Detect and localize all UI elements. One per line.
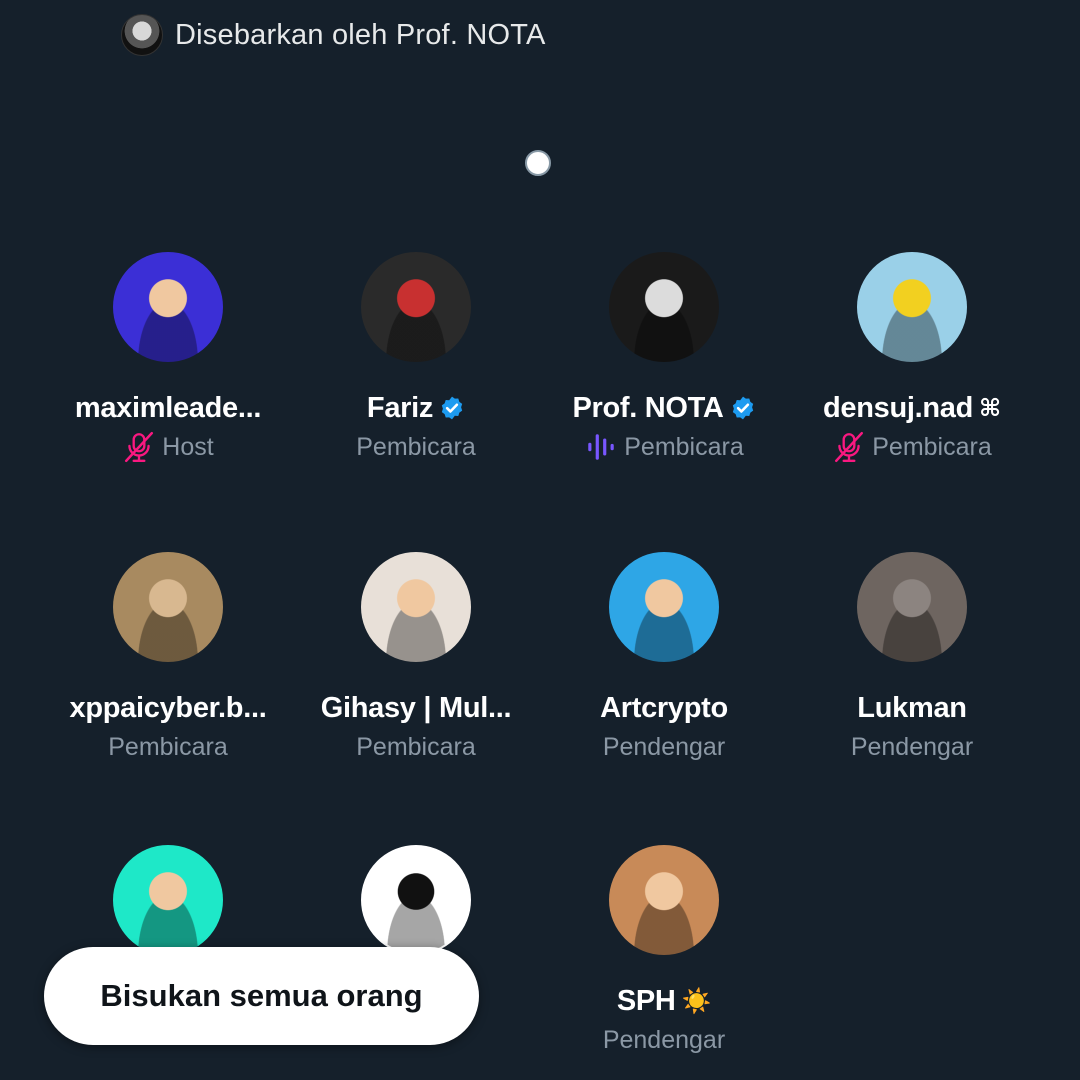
mic-muted-icon (835, 431, 864, 463)
participant-name: densuj.nad (822, 391, 974, 424)
participant-avatar[interactable] (361, 845, 471, 955)
participant-avatar[interactable] (609, 252, 719, 362)
participant-tile[interactable]: Lukman Pendengar (788, 552, 1036, 764)
participant-role-row: Pendengar (603, 730, 725, 764)
participant-avatar[interactable] (609, 845, 719, 955)
participant-role-row: Pembicara (356, 430, 476, 464)
participant-role-row: Pembicara (356, 730, 476, 764)
mute-all-button[interactable]: Bisukan semua orang (44, 947, 479, 1045)
participant-role: Pembicara (624, 432, 744, 461)
participant-name-row: Artcrypto (600, 690, 728, 726)
participant-tile[interactable]: Gihasy | Mul... Pembicara (292, 552, 540, 764)
participant-role: Pendengar (602, 1025, 726, 1054)
participant-name-row: Gihasy | Mul... (321, 690, 512, 726)
participant-tile[interactable]: maximleade... Host (44, 252, 292, 464)
participant-tile[interactable]: xppaicyber.b... Pembicara (44, 552, 292, 764)
participant-name: Prof. NOTA (572, 391, 724, 424)
mic-muted-icon (125, 431, 154, 463)
participant-name-row: Prof. NOTA (572, 390, 755, 426)
participant-role-row: Pembicara (584, 430, 744, 464)
participant-avatar[interactable] (361, 252, 471, 362)
participant-name: xppaicyber.b... (69, 691, 267, 724)
participant-tile[interactable]: Artcrypto Pendengar (540, 552, 788, 764)
participant-name-row: SPH ☀️ (616, 983, 712, 1019)
participant-name-row: Lukman (857, 690, 967, 726)
participant-avatar[interactable] (113, 552, 223, 662)
participant-role: Pembicara (108, 732, 228, 761)
participant-avatar[interactable] (361, 552, 471, 662)
participant-name: Fariz (366, 391, 434, 424)
participant-role: Pembicara (356, 732, 476, 761)
participant-role: Pembicara (356, 432, 476, 461)
participant-avatar[interactable] (113, 252, 223, 362)
participant-role-row: Pendengar (851, 730, 973, 764)
participant-name: Lukman (857, 691, 967, 724)
participant-avatar[interactable] (857, 552, 967, 662)
participant-role: Pembicara (872, 432, 992, 461)
participant-avatar[interactable] (609, 552, 719, 662)
participant-tile[interactable]: SPH ☀️ Pendengar (540, 845, 788, 1057)
participant-name-row: densuj.nad ⌘ (823, 390, 1001, 426)
participant-name: Artcrypto (600, 691, 728, 724)
participant-name-row: Fariz (367, 390, 465, 426)
participants-grid: maximleade... Host Fariz Pembicara Prof. NOT… (0, 0, 1080, 1080)
participant-name-emoji: ☀️ (681, 987, 712, 1015)
speaking-icon (588, 434, 614, 460)
verified-badge-icon (732, 396, 753, 420)
participant-name-emoji: ⌘ (979, 394, 1002, 422)
participant-role-row: Host (122, 430, 214, 464)
participant-role: Pendengar (602, 732, 726, 761)
participant-name: SPH (616, 984, 676, 1017)
participant-tile[interactable]: densuj.nad ⌘ Pembicara (788, 252, 1036, 464)
participant-tile[interactable]: Fariz Pembicara (292, 252, 540, 464)
mute-all-label: Bisukan semua orang (100, 978, 423, 1013)
participant-role: Host (162, 432, 214, 461)
participant-role-row: Pembicara (832, 430, 992, 464)
participant-tile[interactable]: Prof. NOTA Pembicara (540, 252, 788, 464)
participant-name: Gihasy | Mul... (320, 691, 512, 724)
participant-role: Pendengar (850, 732, 974, 761)
participant-name-row: xppaicyber.b... (70, 690, 267, 726)
participant-name-row: maximleade... (74, 390, 262, 426)
participant-avatar[interactable] (857, 252, 967, 362)
participant-role-row: Pembicara (108, 730, 228, 764)
participant-role-row: Pendengar (603, 1023, 725, 1057)
participant-name: maximleade... (74, 391, 262, 424)
participant-avatar[interactable] (113, 845, 223, 955)
verified-badge-icon (441, 396, 463, 420)
